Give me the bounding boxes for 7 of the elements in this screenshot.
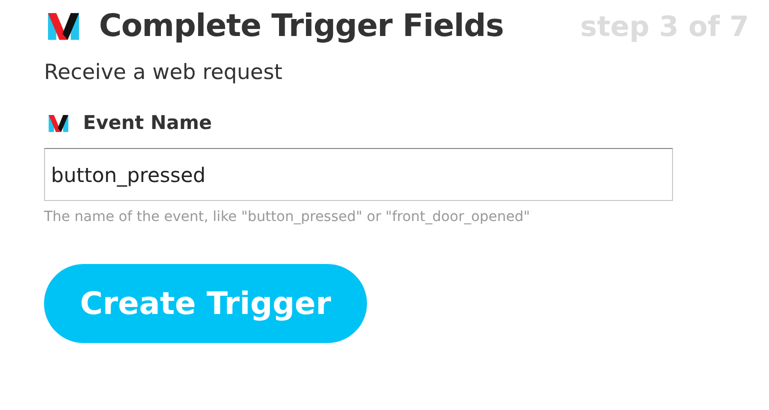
logo-icon bbox=[48, 114, 69, 132]
event-name-field[interactable]: button_pressed bbox=[44, 148, 673, 201]
trigger-subtitle: Receive a web request bbox=[44, 60, 284, 84]
page-title: Complete Trigger Fields bbox=[99, 8, 505, 44]
field-hint: The name of the event, like "button_pressed" or "front_door_opened" bbox=[44, 209, 531, 225]
field-label: Event Name bbox=[83, 112, 212, 134]
logo-icon bbox=[48, 12, 79, 40]
